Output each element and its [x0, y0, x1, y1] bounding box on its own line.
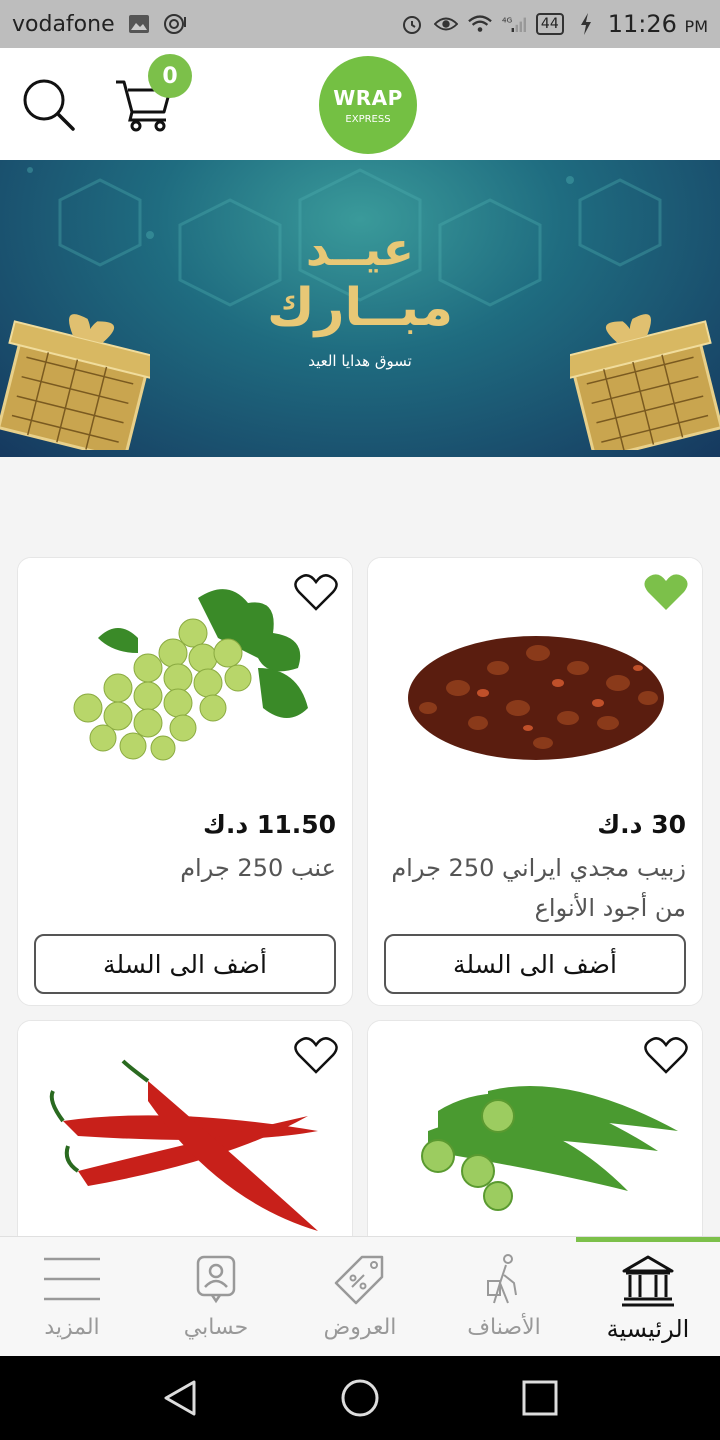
recents-square-icon[interactable]	[518, 1376, 562, 1420]
favorite-heart-outline-icon[interactable]	[644, 1035, 688, 1075]
back-icon[interactable]	[158, 1376, 202, 1420]
search-icon	[23, 79, 75, 131]
brand-logo[interactable]: WRAP EXPRESS	[319, 56, 417, 154]
favorite-heart-icon[interactable]	[644, 572, 688, 612]
promo-banner[interactable]: عيــد مبــارك تسوق هدايا العيد	[0, 160, 720, 457]
nav-tab-more[interactable]: المزيد	[0, 1253, 144, 1353]
system-navigation-bar	[0, 1356, 720, 1440]
bottom-navigation: الرئيسية الأصناف العروض حسابي المزيد	[0, 1236, 720, 1356]
battery-indicator: 44	[535, 13, 564, 35]
wifi-icon	[468, 12, 492, 36]
signal-icon: 4G	[502, 12, 526, 36]
nav-label-home: الرئيسية	[606, 1315, 690, 1343]
add-to-cart-button[interactable]: أضف الى السلة	[384, 934, 686, 994]
nav-label-more: المزيد	[44, 1315, 100, 1340]
nav-label-categories: الأصناف	[467, 1315, 541, 1340]
carrier-label: vodafone	[12, 11, 115, 37]
product-price: 30 د.ك	[597, 810, 686, 839]
nav-tab-categories[interactable]: الأصناف	[432, 1253, 576, 1353]
account-icon	[196, 1255, 236, 1304]
logo-sub-text: EXPRESS	[345, 113, 391, 125]
svg-text:4G: 4G	[502, 15, 512, 24]
status-bar: vodafone 4G 44 11:26 PM	[0, 0, 720, 48]
nav-label-offers: العروض	[323, 1315, 397, 1340]
add-to-cart-button[interactable]: أضف الى السلة	[34, 934, 336, 994]
nav-tab-account[interactable]: حسابي	[144, 1253, 288, 1353]
product-name: زبيب مجدي ايراني 250 جرام من أجود الأنوا…	[391, 854, 686, 922]
nav-tab-home[interactable]: الرئيسية	[576, 1253, 720, 1353]
product-card-raisins[interactable]: 30 د.ك زبيب مجدي ايراني 250 جرام من أجود…	[367, 557, 703, 1006]
gallery-icon	[127, 12, 151, 36]
gift-box-left-icon	[0, 314, 150, 450]
search-button[interactable]	[20, 76, 76, 132]
nav-tab-offers[interactable]: العروض	[288, 1253, 432, 1353]
product-card-grapes[interactable]: 11.50 د.ك عنب 250 جرام أضف الى السلة	[17, 557, 353, 1006]
offers-tag-icon	[334, 1255, 384, 1305]
charging-icon	[574, 12, 598, 36]
menu-icon	[44, 1257, 100, 1301]
hotspot-icon	[163, 12, 187, 36]
favorite-heart-outline-icon[interactable]	[294, 1035, 338, 1075]
favorite-heart-outline-icon[interactable]	[294, 572, 338, 612]
logo-main-text: WRAP	[333, 85, 403, 110]
product-name: عنب 250 جرام	[180, 854, 336, 882]
eye-icon	[433, 12, 458, 36]
gift-box-right-icon	[570, 314, 720, 450]
alarm-icon	[400, 12, 424, 36]
app-screen: vodafone 4G 44 11:26 PM 0 WRAP EXPRESS ع…	[0, 0, 720, 1440]
home-building-icon	[622, 1255, 674, 1307]
home-circle-icon[interactable]	[338, 1376, 382, 1420]
active-tab-indicator	[576, 1237, 720, 1242]
clock: 11:26 PM	[607, 10, 708, 38]
product-price: 11.50 د.ك	[202, 810, 336, 839]
categories-icon	[487, 1254, 517, 1304]
nav-label-account: حسابي	[183, 1315, 249, 1340]
banner-title-line1: عيــد	[305, 222, 415, 276]
app-header: 0 WRAP EXPRESS	[0, 48, 720, 160]
cart-count-badge: 0	[148, 54, 192, 98]
